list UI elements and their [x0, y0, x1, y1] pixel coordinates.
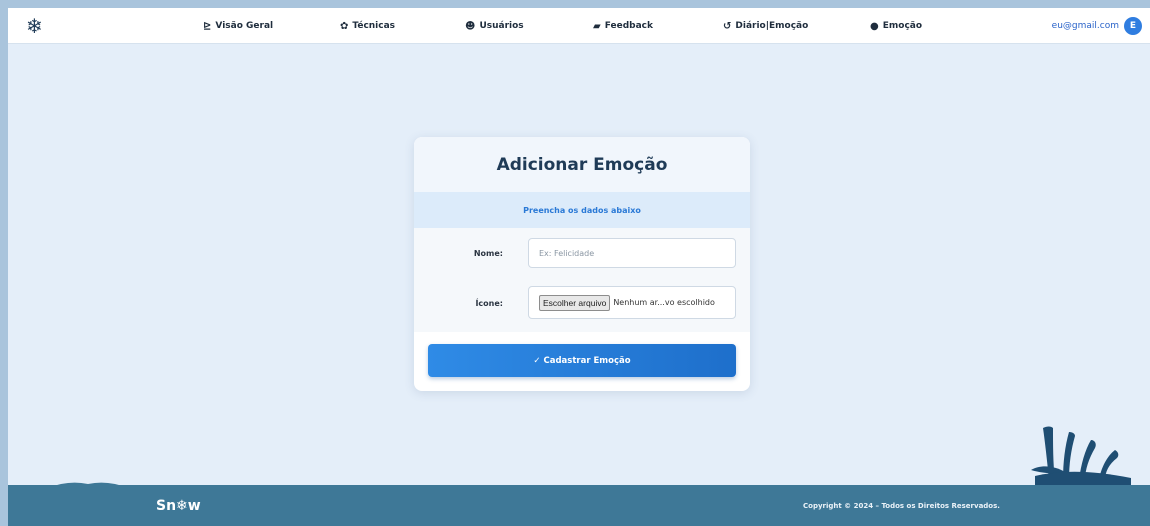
- name-row: Nome: Ex: Felicidade: [414, 236, 750, 270]
- card-subtitle: Preencha os dados abaixo: [414, 192, 750, 228]
- nav-item-diario-emocao[interactable]: ↺ Diário|Emoção: [723, 8, 808, 44]
- nav-item-usuarios[interactable]: ☻ Usuários: [465, 8, 524, 44]
- submit-button[interactable]: ✓ Cadastrar Emoção: [428, 344, 736, 377]
- form-body: Nome: Ex: Felicidade Ícone: Escolher arq…: [414, 228, 750, 332]
- user-menu[interactable]: eu@gmail.com E: [1052, 8, 1142, 44]
- nav-label: Visão Geral: [215, 21, 274, 31]
- lotus-icon: ✿: [340, 20, 349, 32]
- user-email[interactable]: eu@gmail.com: [1052, 21, 1119, 31]
- users-icon: ☻: [465, 20, 476, 32]
- plant-decoration: [1031, 426, 1131, 486]
- circle-icon: ●: [870, 20, 879, 32]
- icon-file-input[interactable]: Escolher arquivo Nenhum ar...vo escolhid…: [528, 286, 736, 319]
- nav-item-tecnicas[interactable]: ✿ Técnicas: [340, 8, 395, 44]
- card-header: Adicionar Emoção: [414, 137, 750, 192]
- nav-item-feedback[interactable]: ▰ Feedback: [593, 8, 653, 44]
- nav-label: Usuários: [479, 21, 524, 31]
- nav-label: Diário|Emoção: [735, 21, 809, 31]
- choose-file-button[interactable]: Escolher arquivo: [539, 294, 611, 311]
- footer-brand: Sn❄w: [156, 497, 201, 514]
- navbar: ❄ ⊵ Visão Geral ✿ Técnicas ☻ Usuários ▰ …: [8, 8, 1150, 44]
- page-title: Adicionar Emoção: [496, 154, 668, 175]
- app-frame: ❄ ⊵ Visão Geral ✿ Técnicas ☻ Usuários ▰ …: [8, 8, 1150, 526]
- icon-label: Ícone:: [475, 298, 503, 308]
- add-emotion-card: Adicionar Emoção Preencha os dados abaix…: [414, 137, 750, 391]
- footer-copyright: Copyright © 2024 – Todos os Direitos Res…: [803, 501, 1000, 510]
- nav-item-emocao[interactable]: ● Emoção: [870, 8, 922, 44]
- snowflake-icon[interactable]: ❄: [26, 14, 43, 38]
- icon-row: Ícone: Escolher arquivo Nenhum ar...vo e…: [414, 286, 750, 320]
- avatar[interactable]: E: [1124, 17, 1142, 35]
- nav-item-visao-geral[interactable]: ⊵ Visão Geral: [203, 8, 273, 44]
- name-label: Nome:: [473, 248, 503, 258]
- nav-label: Emoção: [882, 21, 923, 31]
- history-icon: ↺: [723, 20, 732, 32]
- name-placeholder: Ex: Felicidade: [539, 248, 595, 258]
- file-status: Nenhum ar...vo escolhido: [613, 298, 715, 307]
- chat-icon: ▰: [593, 20, 601, 32]
- nav-label: Feedback: [604, 21, 653, 31]
- nav-label: Técnicas: [352, 21, 396, 31]
- name-input[interactable]: Ex: Felicidade: [528, 238, 736, 268]
- chart-icon: ⊵: [203, 20, 212, 32]
- footer: Sn❄w Copyright © 2024 – Todos os Direito…: [8, 485, 1150, 526]
